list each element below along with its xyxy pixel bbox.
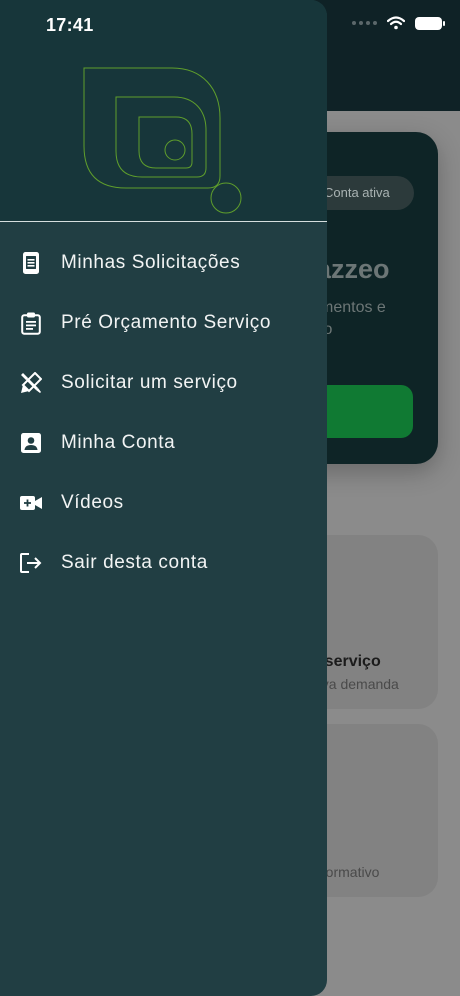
menu-item-pre-orcamento[interactable]: Pré Orçamento Serviço	[0, 293, 327, 353]
brand-logo-icon	[83, 67, 242, 214]
menu-item-minha-conta[interactable]: Minha Conta	[0, 413, 327, 473]
drawer-header: 17:41	[0, 0, 327, 222]
video-icon	[19, 491, 43, 515]
brand-name: azzeo	[316, 254, 390, 284]
menu-label: Minha Conta	[61, 432, 176, 453]
drawer-menu: Minhas Solicitações Pré Orçamento Serviç…	[0, 233, 327, 593]
document-icon	[19, 251, 43, 275]
menu-item-sair[interactable]: Sair desta conta	[0, 533, 327, 593]
menu-label: Solicitar um serviço	[61, 372, 238, 393]
battery-icon	[415, 16, 445, 30]
account-icon	[19, 431, 43, 455]
logout-icon	[19, 551, 43, 575]
menu-label: Sair desta conta	[61, 552, 208, 573]
tools-icon	[19, 371, 43, 395]
hero-description: mentos e lo	[320, 299, 386, 338]
status-time: 17:41	[46, 15, 94, 35]
signal-icon	[352, 21, 377, 25]
menu-item-videos[interactable]: Vídeos	[0, 473, 327, 533]
menu-item-minhas-solicitacoes[interactable]: Minhas Solicitações	[0, 233, 327, 293]
clipboard-icon	[19, 311, 43, 335]
wifi-icon	[387, 16, 405, 30]
menu-label: Pré Orçamento Serviço	[61, 312, 272, 333]
menu-label: Minhas Solicitações	[61, 252, 241, 273]
menu-label: Vídeos	[61, 492, 124, 513]
navigation-drawer: 17:41 Minhas Solicitações Pré Orçamento …	[0, 0, 327, 996]
status-icons	[352, 16, 445, 30]
menu-item-solicitar-servico[interactable]: Solicitar um serviço	[0, 353, 327, 413]
